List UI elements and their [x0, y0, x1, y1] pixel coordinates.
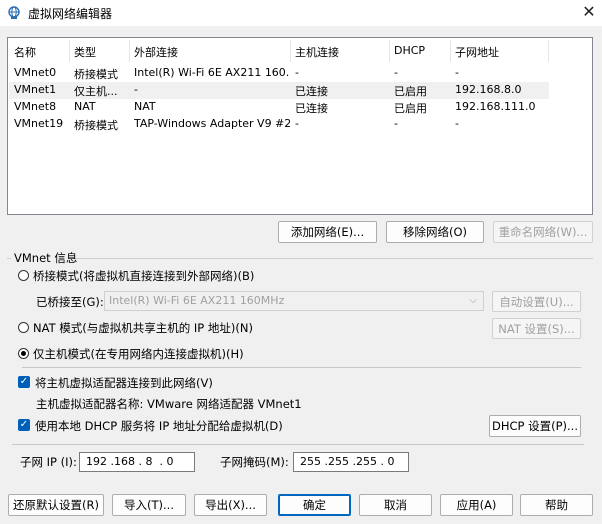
cell-external: TAP-Windows Adapter V9 #2	[134, 117, 290, 130]
cell-dhcp: 已启用	[394, 102, 427, 115]
column-divider[interactable]	[129, 40, 130, 62]
cell-external: Intel(R) Wi-Fi 6E AX211 160...	[134, 66, 290, 79]
table-row[interactable]: VMnet0 桥接模式 Intel(R) Wi-Fi 6E AX211 160.…	[9, 65, 549, 82]
cell-name: VMnet0	[14, 66, 57, 79]
close-icon[interactable]: ✕	[578, 2, 600, 22]
cell-subnet: -	[455, 117, 459, 130]
cell-subnet: 192.168.111.0	[455, 100, 536, 113]
add-network-button[interactable]: 添加网络(E)...	[278, 221, 377, 243]
rename-network-button[interactable]: 重命名网络(W)...	[493, 221, 593, 243]
cell-host: 已连接	[295, 102, 328, 115]
column-header-subnet[interactable]: 子网地址	[455, 44, 499, 60]
auto-settings-button[interactable]: 自动设置(U)...	[492, 291, 581, 312]
table-row[interactable]: VMnet8 NAT NAT 已连接 已启用 192.168.111.0	[9, 99, 549, 116]
column-divider[interactable]	[389, 40, 390, 62]
subnet-mask-label: 子网掩码(M):	[220, 455, 289, 469]
bridged-radio-label[interactable]: 桥接模式(将虚拟机直接连接到外部网络)(B)	[33, 268, 254, 284]
table-row[interactable]: VMnet19 桥接模式 TAP-Windows Adapter V9 #2 -…	[9, 116, 549, 133]
cell-type: 桥接模式	[74, 119, 118, 132]
cell-type: 桥接模式	[74, 68, 118, 81]
dhcp-settings-button[interactable]: DHCP 设置(P)...	[489, 415, 581, 437]
column-divider[interactable]	[548, 40, 549, 62]
restore-defaults-button[interactable]: 还原默认设置(R)	[8, 494, 104, 516]
help-button[interactable]: 帮助	[520, 494, 593, 516]
connect-adapter-label[interactable]: 将主机虚拟适配器连接到此网络(V)	[35, 375, 213, 391]
separator	[12, 444, 584, 445]
cell-name: VMnet8	[14, 100, 57, 113]
column-header-name[interactable]: 名称	[14, 44, 36, 60]
cell-dhcp: -	[394, 117, 398, 130]
subnet-ip-label: 子网 IP (I):	[20, 455, 77, 469]
group-border	[7, 258, 11, 259]
network-globe-icon	[8, 6, 20, 19]
host-only-radio-label[interactable]: 仅主机模式(在专用网络内连接虚拟机)(H)	[33, 346, 244, 362]
bridged-radio[interactable]	[18, 270, 29, 281]
column-header-dhcp[interactable]: DHCP	[394, 44, 425, 57]
checkmark-icon: ✓	[19, 376, 29, 387]
cell-host: -	[295, 66, 299, 79]
checkmark-icon: ✓	[19, 419, 29, 430]
network-list[interactable]: 名称 类型 外部连接 主机连接 DHCP 子网地址 VMnet0 桥接模式 In…	[7, 37, 593, 215]
vmnet-info-group-title: VMnet 信息	[14, 251, 78, 265]
column-divider[interactable]	[290, 40, 291, 62]
cell-name: VMnet19	[14, 117, 64, 130]
cell-dhcp: 已启用	[394, 85, 427, 98]
subnet-mask-input[interactable]: 255 .255 .255 . 0	[293, 452, 409, 472]
dhcp-label[interactable]: 使用本地 DHCP 服务将 IP 地址分配给虚拟机(D)	[35, 418, 283, 434]
adapter-name-text: 主机虚拟适配器名称: VMware 网络适配器 VMnet1	[36, 397, 302, 411]
bridged-to-label: 已桥接至(G):	[36, 295, 104, 309]
cell-dhcp: -	[394, 66, 398, 79]
cell-external: NAT	[134, 100, 156, 113]
nat-settings-button[interactable]: NAT 设置(S)...	[492, 318, 581, 339]
table-row-selected[interactable]: VMnet1 仅主机... - 已连接 已启用 192.168.8.0	[9, 82, 549, 99]
host-only-radio[interactable]	[18, 348, 29, 359]
subnet-ip-input[interactable]: 192 .168 . 8 . 0	[79, 452, 195, 472]
ok-button[interactable]: 确定	[278, 494, 351, 516]
separator	[22, 367, 581, 368]
cell-type: NAT	[74, 100, 96, 113]
cell-subnet: 192.168.8.0	[455, 83, 522, 96]
cell-host: 已连接	[295, 85, 328, 98]
nat-radio[interactable]	[18, 322, 29, 333]
apply-button[interactable]: 应用(A)	[440, 494, 513, 516]
cell-name: VMnet1	[14, 83, 57, 96]
remove-network-button[interactable]: 移除网络(O)	[386, 221, 484, 243]
column-header-host[interactable]: 主机连接	[295, 44, 339, 60]
bridged-to-value: Intel(R) Wi-Fi 6E AX211 160MHz	[109, 294, 285, 307]
chevron-down-icon: ⌵	[469, 295, 477, 306]
cell-subnet: -	[455, 66, 459, 79]
column-header-type[interactable]: 类型	[74, 44, 96, 60]
window-title: 虚拟网络编辑器	[28, 7, 113, 21]
group-border	[74, 258, 593, 259]
column-header-external[interactable]: 外部连接	[134, 44, 178, 60]
column-divider[interactable]	[69, 40, 70, 62]
nat-radio-label[interactable]: NAT 模式(与虚拟机共享主机的 IP 地址)(N)	[33, 320, 253, 336]
import-button[interactable]: 导入(T)...	[112, 494, 186, 516]
cancel-button[interactable]: 取消	[359, 494, 432, 516]
export-button[interactable]: 导出(X)...	[194, 494, 267, 516]
dhcp-checkbox[interactable]: ✓	[18, 419, 30, 431]
bridged-to-select[interactable]: Intel(R) Wi-Fi 6E AX211 160MHz ⌵	[104, 291, 484, 311]
cell-host: -	[295, 117, 299, 130]
cell-type: 仅主机...	[74, 85, 118, 98]
cell-external: -	[134, 83, 138, 96]
column-divider[interactable]	[450, 40, 451, 62]
connect-adapter-checkbox[interactable]: ✓	[18, 376, 30, 388]
